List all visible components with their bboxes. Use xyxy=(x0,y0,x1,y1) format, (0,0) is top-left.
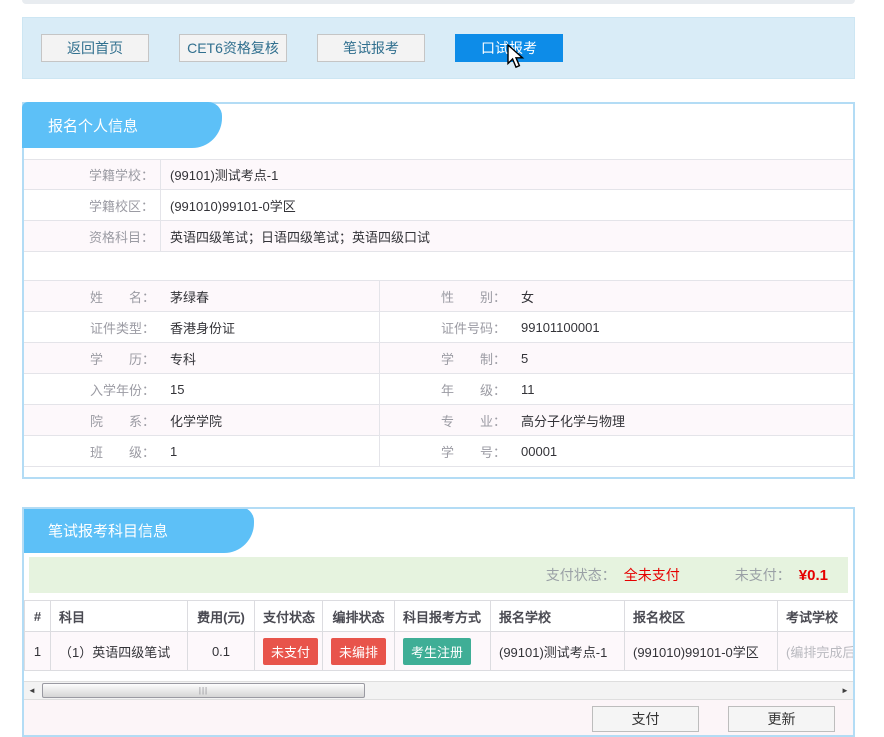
payment-status-value: 全未支付 xyxy=(624,565,680,585)
table-row: 1 （1）英语四级笔试 0.1 未支付 未编排 考生注册 (99101)测试考点… xyxy=(25,632,854,671)
school-label: 学籍学校： xyxy=(24,160,161,189)
department-value: 化学学院 xyxy=(161,405,222,435)
school-value: (99101)测试考点-1 xyxy=(161,160,278,189)
id-number-label: 证件号码： xyxy=(380,312,512,342)
subjects-table: # 科目 费用(元) 支付状态 编排状态 科目报考方式 报名学校 报名校区 考试… xyxy=(24,600,853,671)
id-type-value: 香港身份证 xyxy=(161,312,235,342)
return-home-button[interactable]: 返回首页 xyxy=(41,34,149,62)
major-label: 专 业： xyxy=(380,405,512,435)
subjects-table-viewport: # 科目 费用(元) 支付状态 编排状态 科目报考方式 报名学校 报名校区 考试… xyxy=(24,600,853,671)
row-idtype-idnumber: 证件类型： 香港身份证 证件号码： 99101100001 xyxy=(24,312,853,343)
department-label: 院 系： xyxy=(24,405,161,435)
qualified-subjects-label: 资格科目： xyxy=(24,221,161,251)
col-reg-school: 报名学校 xyxy=(491,601,625,632)
personal-info-panel: 报名个人信息 学籍学校： (99101)测试考点-1 学籍校区： (991010… xyxy=(22,102,855,479)
col-arrange-status: 编排状态 xyxy=(323,601,395,632)
cell-reg-method: 考生注册 xyxy=(395,632,491,671)
candidate-register-badge: 考生注册 xyxy=(403,638,471,665)
row-degree-years: 学 历： 专科 学 制： 5 xyxy=(24,343,853,374)
unpaid-label: 未支付： xyxy=(735,565,791,585)
pay-button[interactable]: 支付 xyxy=(592,706,699,732)
cell-exam-school: (编排完成后 xyxy=(778,632,854,671)
col-pay-status: 支付状态 xyxy=(255,601,323,632)
horizontal-scrollbar[interactable]: ◄ ||| ► xyxy=(24,681,853,700)
cet6-review-button[interactable]: CET6资格复核 xyxy=(179,34,287,62)
cell-arrange-status: 未编排 xyxy=(323,632,395,671)
student-id-label: 学 号： xyxy=(380,436,512,466)
unarranged-badge: 未编排 xyxy=(331,638,386,665)
col-subject: 科目 xyxy=(51,601,188,632)
class-value: 1 xyxy=(161,436,177,466)
written-subjects-title: 笔试报考科目信息 xyxy=(22,507,254,553)
row-campus: 学籍校区： (991010)99101-0学区 xyxy=(24,190,853,221)
gender-value: 女 xyxy=(512,281,534,311)
name-label: 姓 名： xyxy=(24,281,161,311)
id-number-value: 99101100001 xyxy=(512,312,600,342)
grade-label: 年 级： xyxy=(380,374,512,404)
enroll-year-value: 15 xyxy=(161,374,184,404)
name-value: 茅绿春 xyxy=(161,281,209,311)
campus-label: 学籍校区： xyxy=(24,190,161,220)
degree-value: 专科 xyxy=(161,343,196,373)
enroll-year-label: 入学年份： xyxy=(24,374,161,404)
gender-label: 性 别： xyxy=(380,281,512,311)
oral-exam-register-button[interactable]: 口试报考 xyxy=(455,34,563,62)
class-label: 班 级： xyxy=(24,436,161,466)
col-fee: 费用(元) xyxy=(188,601,255,632)
cell-reg-campus: (991010)99101-0学区 xyxy=(625,632,778,671)
col-reg-campus: 报名校区 xyxy=(625,601,778,632)
unpaid-badge: 未支付 xyxy=(263,638,318,665)
major-value: 高分子化学与物理 xyxy=(512,405,625,435)
row-school: 学籍学校： (99101)测试考点-1 xyxy=(24,159,853,190)
col-exam-school: 考试学校 xyxy=(778,601,854,632)
payment-status-label: 支付状态： xyxy=(546,565,616,585)
cell-reg-school: (99101)测试考点-1 xyxy=(491,632,625,671)
qualified-subjects-value: 英语四级笔试；日语四级笔试；英语四级口试 xyxy=(161,221,430,251)
scrollbar-thumb[interactable]: ||| xyxy=(42,683,365,698)
toolbar: 返回首页 CET6资格复核 笔试报考 口试报考 xyxy=(22,17,855,79)
degree-label: 学 历： xyxy=(24,343,161,373)
row-class-studentid: 班 级： 1 学 号： 00001 xyxy=(24,436,853,467)
table-header-row: # 科目 费用(元) 支付状态 编排状态 科目报考方式 报名学校 报名校区 考试… xyxy=(25,601,854,632)
campus-value: (991010)99101-0学区 xyxy=(161,190,296,220)
page-top-divider xyxy=(22,0,855,4)
payment-status-bar: 支付状态： 全未支付 未支付： ¥0.1 xyxy=(29,557,848,593)
written-subjects-panel: 笔试报考科目信息 支付状态： 全未支付 未支付： ¥0.1 # 科目 费用(元)… xyxy=(22,507,855,737)
schooling-length-label: 学 制： xyxy=(380,343,512,373)
written-exam-register-button[interactable]: 笔试报考 xyxy=(317,34,425,62)
row-enrollyear-grade: 入学年份： 15 年 级： 11 xyxy=(24,374,853,405)
cell-index: 1 xyxy=(25,632,51,671)
unpaid-amount: ¥0.1 xyxy=(799,567,828,584)
scroll-left-icon[interactable]: ◄ xyxy=(24,682,40,699)
schooling-length-value: 5 xyxy=(512,343,528,373)
id-type-label: 证件类型： xyxy=(24,312,161,342)
student-id-value: 00001 xyxy=(512,436,557,466)
scroll-right-icon[interactable]: ► xyxy=(837,682,853,699)
action-bar: 支付 更新 xyxy=(24,700,853,737)
row-qualified-subjects: 资格科目： 英语四级笔试；日语四级笔试；英语四级口试 xyxy=(24,221,853,252)
spacer-row xyxy=(24,252,853,281)
row-department-major: 院 系： 化学学院 专 业： 高分子化学与物理 xyxy=(24,405,853,436)
cell-subject: （1）英语四级笔试 xyxy=(51,632,188,671)
scrollbar-grip-icon: ||| xyxy=(199,687,208,695)
row-name-gender: 姓 名： 茅绿春 性 别： 女 xyxy=(24,281,853,312)
grade-value: 11 xyxy=(512,374,535,404)
personal-info-title: 报名个人信息 xyxy=(22,102,222,148)
refresh-button[interactable]: 更新 xyxy=(728,706,835,732)
cell-pay-status: 未支付 xyxy=(255,632,323,671)
col-index: # xyxy=(25,601,51,632)
cell-fee: 0.1 xyxy=(188,632,255,671)
col-reg-method: 科目报考方式 xyxy=(395,601,491,632)
